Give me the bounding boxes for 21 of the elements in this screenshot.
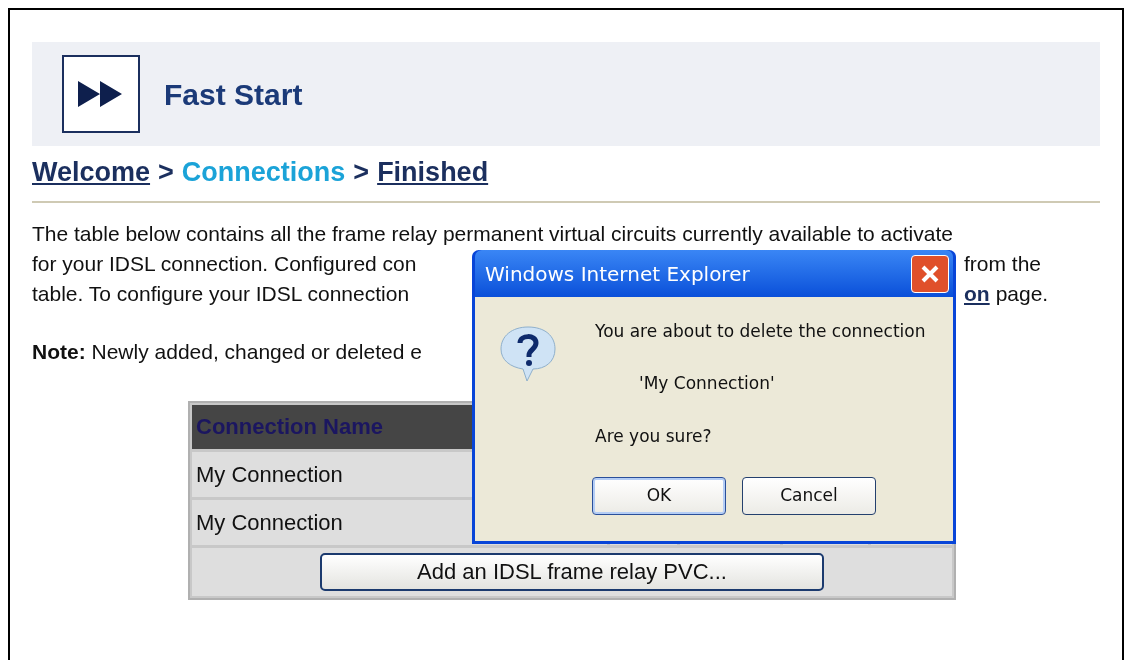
note-text: Note: Newly added, changed or deleted e	[32, 338, 422, 365]
add-pvc-button[interactable]: Add an IDSL frame relay PVC...	[320, 552, 824, 591]
intro-text: table. To configure your IDSL connection	[32, 280, 410, 307]
dialog-button[interactable]: Cancel	[742, 477, 876, 515]
intro-text: The table below contains all the frame relay permanent virtual circuits currently available to activate	[32, 220, 953, 247]
intro-text: for your IDSL connection. Configured con	[32, 250, 417, 277]
dialog-title: Windows Internet Explorer	[485, 260, 750, 288]
breadcrumb-current: Connections	[181, 156, 346, 189]
link[interactable]: on	[964, 278, 990, 309]
dialog-button[interactable]: OK	[592, 477, 726, 515]
breadcrumb-link[interactable]: Welcome	[32, 152, 151, 193]
breadcrumb-separator: >	[353, 156, 370, 189]
intro-text: from the	[964, 250, 1042, 277]
dialog-message: You are about to delete the connection	[595, 320, 926, 343]
breadcrumb-link[interactable]: Finished	[377, 152, 489, 193]
breadcrumb-separator: >	[158, 156, 174, 189]
connection-name: 'My Connection'	[639, 371, 776, 395]
page-title: Fast Start	[164, 76, 303, 113]
fast-forward-icon	[62, 55, 140, 133]
intro-text: page.	[995, 280, 1049, 307]
close-button[interactable]	[911, 254, 949, 293]
